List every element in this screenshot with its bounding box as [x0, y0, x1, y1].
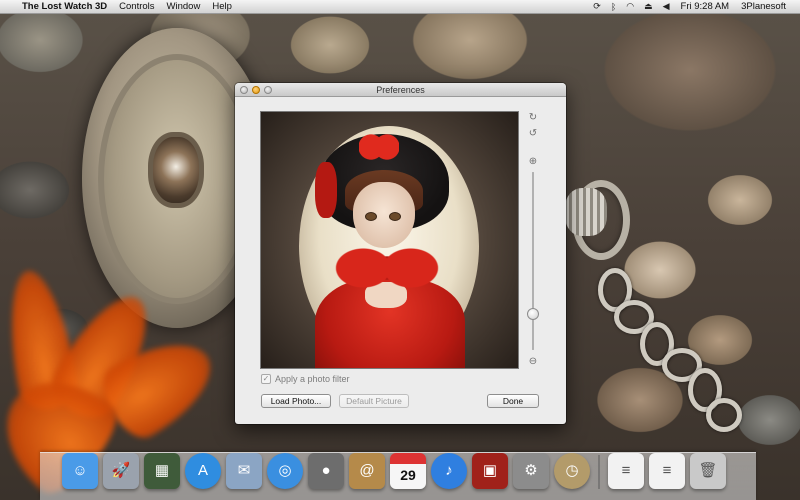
document-icon-2[interactable]: ≡ [649, 453, 685, 489]
address-book-icon[interactable]: @ [349, 453, 385, 489]
apply-filter-label: Apply a photo filter [275, 374, 350, 384]
menu-help[interactable]: Help [206, 0, 238, 14]
calendar-day-text: 29 [400, 467, 416, 483]
dock-icons: ☺ 🚀 ▦ A ✉ ◎ ● @29 ♪ ▣ ⚙ ◷ ≡ ≡ 🗑 [62, 449, 726, 489]
photo-hair-bow [359, 134, 399, 160]
menu-clock[interactable]: Fri 9:28 AM [675, 0, 736, 14]
launchpad-icon[interactable]: 🚀 [103, 453, 139, 489]
lost-watch-icon[interactable]: ◷ [554, 453, 590, 489]
photo-controls: ↻ ↺ ⊕ ⊖ [525, 110, 541, 370]
calendar-icon[interactable]: 29 [390, 453, 426, 489]
trash-icon[interactable]: 🗑 [690, 453, 726, 489]
watch-crown [565, 188, 607, 236]
zoom-out-icon[interactable]: ⊖ [527, 356, 539, 368]
menu-controls[interactable]: Controls [113, 0, 160, 14]
load-photo-button[interactable]: Load Photo... [261, 394, 331, 408]
facetime-icon[interactable]: ● [308, 453, 344, 489]
photo-eye [365, 212, 377, 221]
photo-eye [389, 212, 401, 221]
status-area: ⟳ ᛒ ◠ ⏏ ◀ Fri 9:28 AM 3Planesoft [588, 0, 800, 14]
itunes-icon[interactable]: ♪ [431, 453, 467, 489]
app-menu[interactable]: The Lost Watch 3D [16, 0, 113, 14]
zoom-slider-knob[interactable] [527, 308, 539, 321]
zoom-window-button[interactable] [264, 86, 272, 94]
photo-preview[interactable] [261, 112, 518, 368]
apply-filter-row[interactable]: ✓ Apply a photo filter [261, 373, 350, 385]
photo-neck-bow [333, 242, 441, 294]
document-icon[interactable]: ≡ [608, 453, 644, 489]
user-menu[interactable]: 3Planesoft [735, 0, 792, 14]
apple-menu-icon[interactable] [0, 0, 16, 14]
rotate-clockwise-icon[interactable]: ↻ [527, 112, 539, 124]
apply-filter-checkbox[interactable]: ✓ [261, 374, 271, 384]
mission-control-icon[interactable]: ▦ [144, 453, 180, 489]
finder-icon[interactable]: ☺ [62, 453, 98, 489]
sync-icon[interactable]: ⟳ [588, 1, 606, 12]
menu-window[interactable]: Window [161, 0, 207, 14]
mail-icon[interactable]: ✉ [226, 453, 262, 489]
watch-cover [98, 54, 256, 304]
rotate-counterclockwise-icon[interactable]: ↺ [527, 128, 539, 140]
menu-bar: The Lost Watch 3D Controls Window Help ⟳… [0, 0, 800, 14]
minimize-window-button[interactable] [252, 86, 260, 94]
eject-icon[interactable]: ⏏ [639, 1, 658, 12]
dock-separator [598, 455, 600, 489]
photo-booth-icon[interactable]: ▣ [472, 453, 508, 489]
window-title: Preferences [376, 85, 425, 95]
window-titlebar[interactable]: Preferences [235, 83, 566, 97]
photo-hat-lining [315, 162, 337, 218]
zoom-in-icon[interactable]: ⊕ [527, 156, 539, 168]
volume-icon[interactable]: ◀ [658, 1, 675, 12]
zoom-slider-track[interactable] [532, 172, 534, 350]
close-window-button[interactable] [240, 86, 248, 94]
safari-icon[interactable]: ◎ [267, 453, 303, 489]
wifi-icon[interactable]: ◠ [621, 1, 639, 12]
photo-face [353, 182, 415, 248]
watch-ornament [148, 132, 204, 208]
bluetooth-icon[interactable]: ᛒ [606, 2, 621, 12]
system-preferences-icon[interactable]: ⚙ [513, 453, 549, 489]
app-store-icon[interactable]: A [185, 453, 221, 489]
chain-link [706, 398, 742, 432]
done-button[interactable]: Done [487, 394, 539, 408]
default-picture-button[interactable]: Default Picture [339, 394, 409, 408]
preferences-window: Preferences ↻ ↺ ⊕ ⊖ ✓ Apply a photo filt… [235, 83, 566, 424]
